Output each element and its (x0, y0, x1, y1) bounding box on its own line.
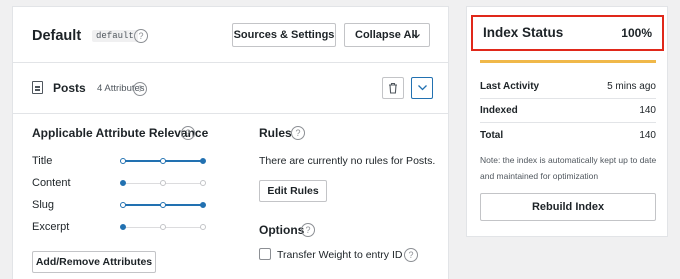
indexed-row: Indexed 140 (480, 105, 656, 119)
slider-stop (200, 224, 206, 230)
chevron-down-icon (413, 34, 420, 39)
transfer-weight-help-icon[interactable]: ? (404, 248, 418, 262)
last-activity-value: 5 mins ago (607, 81, 656, 92)
options-heading: Options (259, 223, 305, 237)
collapse-all-button[interactable]: Collapse All (344, 23, 430, 47)
engine-header: Default default ? Sources & Settings Col… (13, 7, 448, 63)
source-title: Posts (53, 81, 86, 95)
relevance-help-icon[interactable]: ? (181, 126, 195, 140)
divider (480, 122, 656, 123)
attribute-label-slug: Slug (32, 199, 55, 211)
collapse-all-label: Collapse All (355, 29, 418, 41)
expand-source-button[interactable] (411, 77, 433, 99)
engine-title: Default (32, 28, 82, 44)
rebuild-index-button[interactable]: Rebuild Index (480, 193, 656, 221)
attribute-label-excerpt: Excerpt (32, 221, 70, 233)
last-activity-row: Last Activity 5 mins ago (480, 81, 656, 95)
index-status-title: Index Status (483, 25, 564, 40)
document-icon (32, 81, 43, 94)
source-header: Posts 4 Attributes ? (13, 64, 448, 114)
attribute-label-content: Content (32, 177, 71, 189)
slider-stop (120, 158, 126, 164)
engine-slug-badge: default (92, 30, 138, 42)
slider-stop (120, 202, 126, 208)
rules-help-icon[interactable]: ? (291, 126, 305, 140)
indexed-value: 140 (639, 105, 656, 116)
relevance-slider-slug[interactable] (120, 202, 206, 208)
remove-source-button[interactable] (382, 77, 404, 99)
index-progress-bar (480, 60, 656, 63)
last-activity-label: Last Activity (480, 81, 540, 92)
attribute-label-title: Title (32, 155, 53, 167)
trash-icon (389, 82, 397, 94)
slider-thumb[interactable] (200, 158, 206, 164)
slider-stop (160, 180, 166, 186)
slider-stop (160, 202, 166, 208)
slider-thumb[interactable] (120, 224, 126, 230)
divider (480, 98, 656, 99)
add-remove-attributes-button[interactable]: Add/Remove Attributes (32, 251, 156, 273)
slider-thumb[interactable] (200, 202, 206, 208)
rules-heading: Rules (259, 126, 292, 140)
slider-thumb[interactable] (120, 180, 126, 186)
index-note: Note: the index is automatically kept up… (480, 155, 657, 181)
total-label: Total (480, 130, 504, 141)
total-value: 140 (639, 130, 656, 141)
rules-empty-text: There are currently no rules for Posts. (259, 155, 436, 167)
slider-stop (160, 158, 166, 164)
total-row: Total 140 (480, 130, 656, 144)
edit-rules-button[interactable]: Edit Rules (259, 180, 327, 202)
indexed-label: Indexed (480, 105, 518, 116)
slider-stop (160, 224, 166, 230)
slider-stop (200, 180, 206, 186)
index-status-card: Index Status 100% Last Activity 5 mins a… (466, 6, 668, 237)
relevance-slider-excerpt[interactable] (120, 224, 206, 230)
index-status-header: Index Status 100% (471, 15, 664, 51)
transfer-weight-label: Transfer Weight to entry ID (277, 249, 403, 261)
relevance-slider-title[interactable] (120, 158, 206, 164)
sources-settings-button[interactable]: Sources & Settings (232, 23, 336, 47)
index-status-percent: 100% (621, 26, 652, 40)
options-help-icon[interactable]: ? (301, 223, 315, 237)
chevron-down-icon (418, 85, 427, 91)
engine-help-icon[interactable]: ? (134, 29, 148, 43)
engine-card: Default default ? Sources & Settings Col… (12, 6, 449, 279)
source-help-icon[interactable]: ? (133, 82, 147, 96)
transfer-weight-checkbox[interactable] (259, 248, 271, 260)
relevance-slider-content[interactable] (120, 180, 206, 186)
